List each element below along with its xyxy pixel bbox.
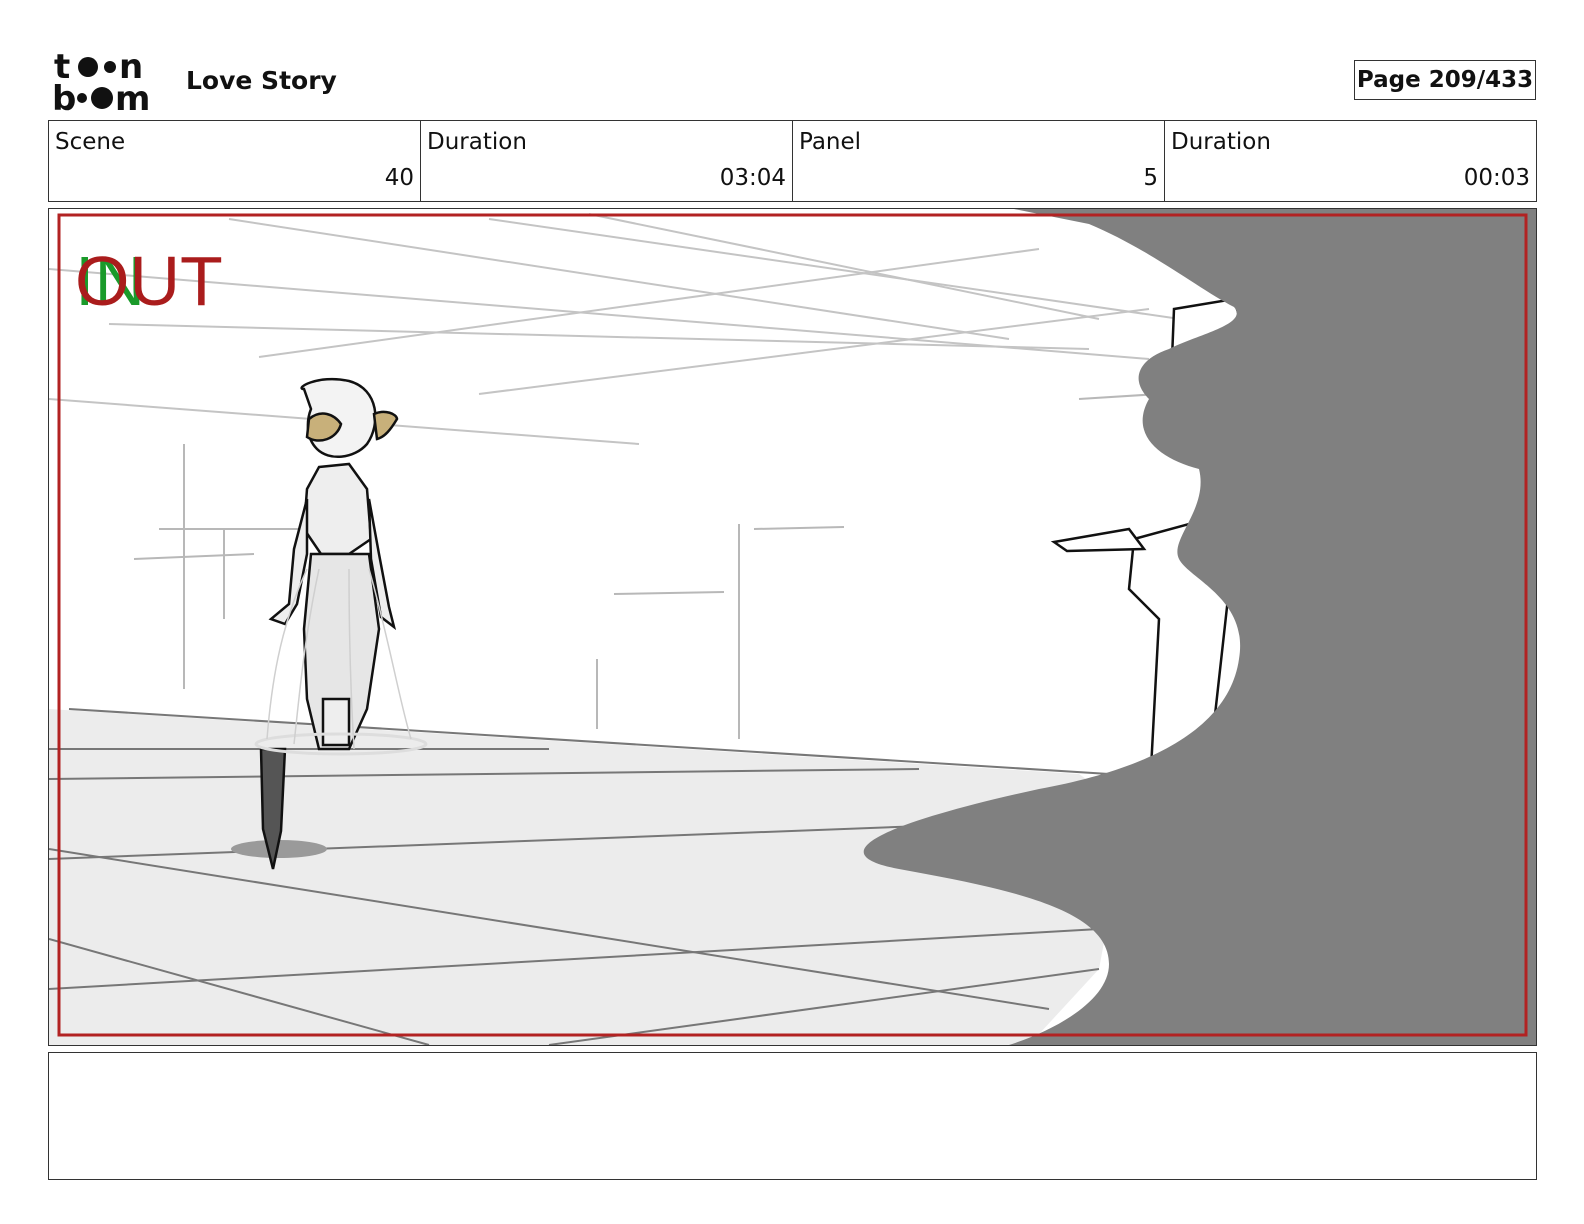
panel-value: 5	[1143, 165, 1158, 191]
svg-text:b: b	[52, 79, 76, 112]
scene-duration-cell: Duration 03:04	[421, 121, 793, 201]
ceiling-lines	[49, 213, 1250, 445]
project-title: Love Story	[186, 66, 337, 95]
panel-duration-value: 00:03	[1463, 165, 1530, 191]
scene-duration-value: 03:04	[719, 165, 786, 191]
scene-value: 40	[384, 165, 414, 191]
panel-cell: Panel 5	[793, 121, 1165, 201]
scene-label: Scene	[55, 129, 126, 155]
scene-cell: Scene 40	[49, 121, 421, 201]
page-indicator: Page 209/433	[1354, 60, 1536, 100]
panel-duration-label: Duration	[1171, 129, 1271, 155]
panel-label: Panel	[799, 129, 862, 155]
panel-sketch: IN OUT	[49, 209, 1536, 1045]
panel-notes-area	[48, 1052, 1537, 1180]
background-wall-strokes	[133, 393, 1160, 739]
scene-duration-label: Duration	[427, 129, 527, 155]
panel-info-bar: Scene 40 Duration 03:04 Panel 5 Duration…	[48, 120, 1537, 202]
out-marker: OUT	[75, 242, 223, 320]
svg-text:m: m	[115, 79, 150, 112]
panel-duration-cell: Duration 00:03	[1165, 121, 1536, 201]
storyboard-panel: IN OUT	[48, 208, 1537, 1046]
toon-boom-logo: t n b m	[52, 47, 164, 119]
